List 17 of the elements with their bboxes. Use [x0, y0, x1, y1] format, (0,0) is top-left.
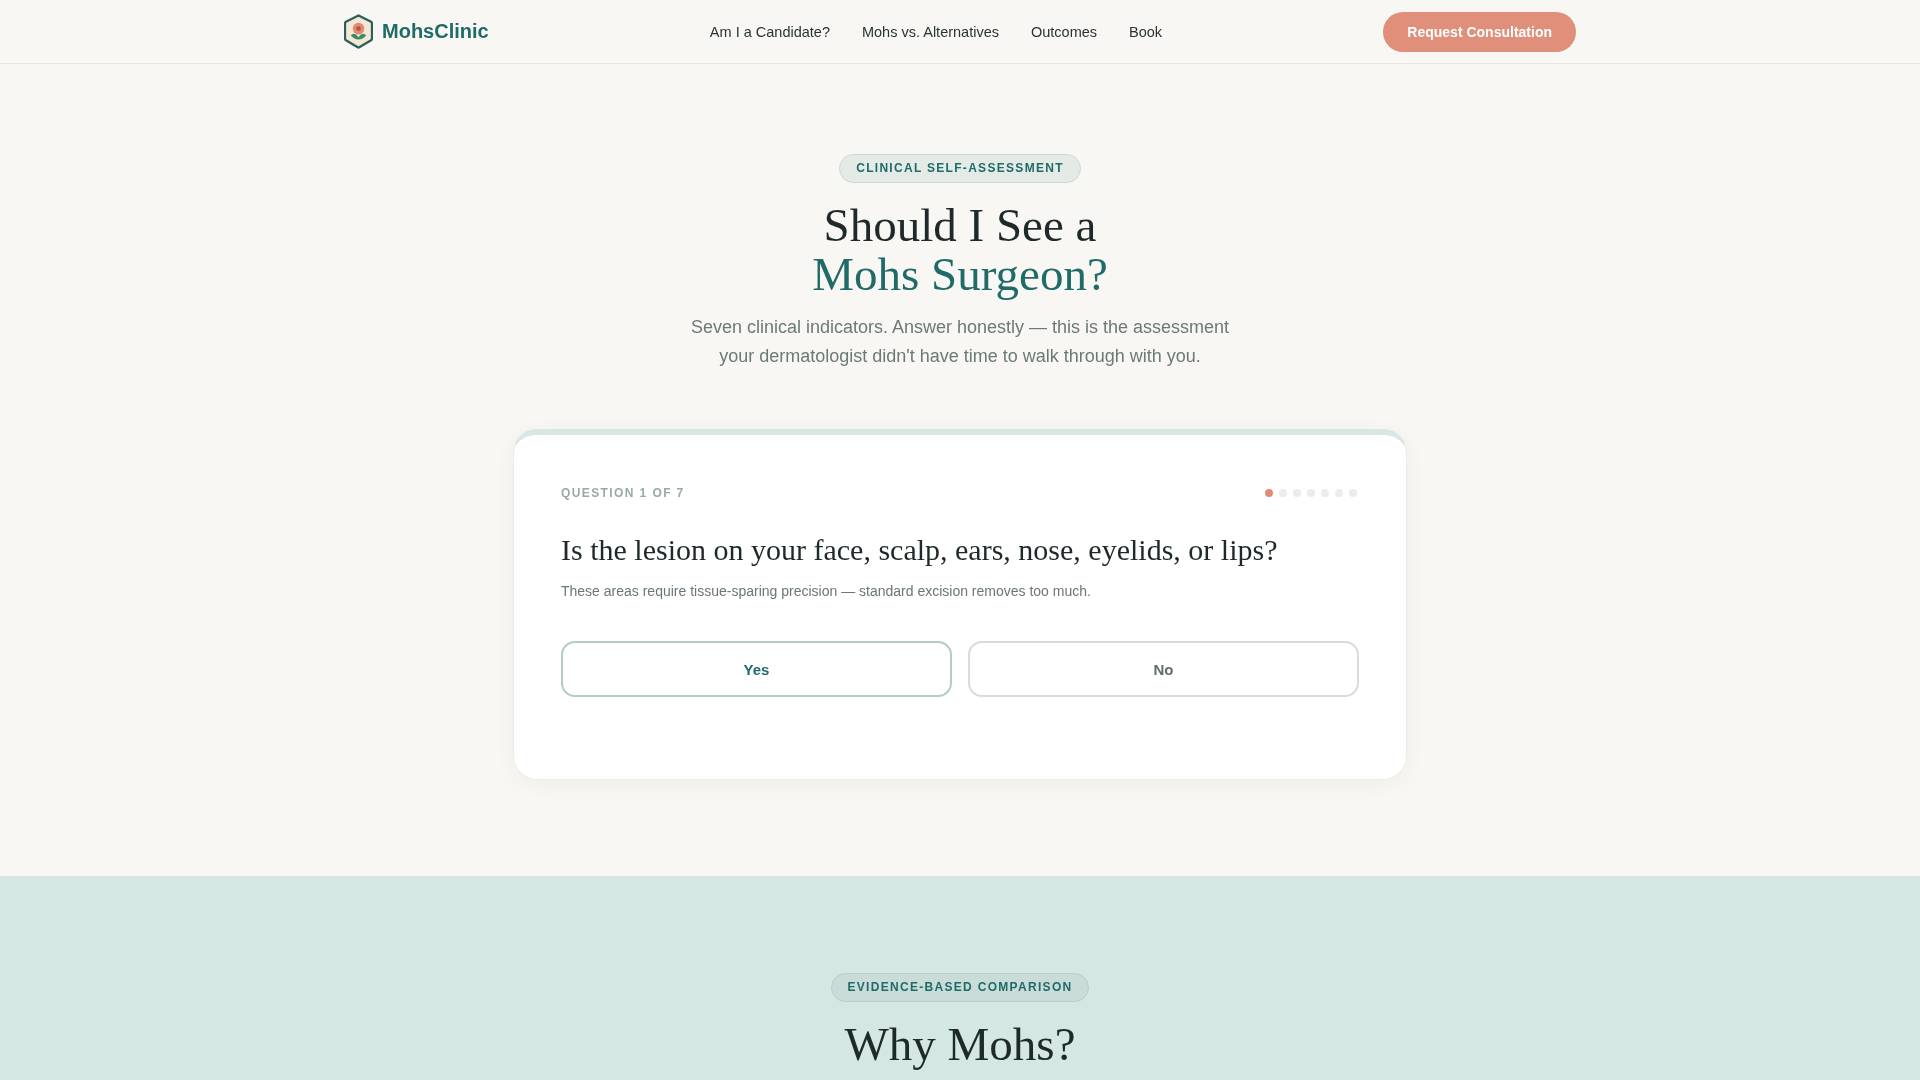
hero-title: Should I See a: [823, 201, 1097, 250]
hero-title-accent: Mohs Surgeon?: [812, 250, 1108, 299]
shield-logo-icon: [344, 14, 373, 49]
hero-subtitle: Seven clinical indicators. Answer honestly — this is the assessment your dermatologist didn't have time to walk through with you.: [689, 316, 1231, 368]
nav-link[interactable]: Outcomes: [1030, 23, 1098, 40]
comparison-title: Why Mohs?: [844, 1020, 1076, 1069]
question-text: Is the lesion on your face, scalp, ears, nose, eyelids, or lips?: [561, 532, 1279, 568]
nav-link[interactable]: Book: [1129, 23, 1163, 40]
question-hint: These areas require tissue-sparing precision — standard excision removes too much.: [561, 582, 1092, 601]
question-counter: QUESTION 1 OF 7: [561, 485, 685, 501]
answer-option-button[interactable]: Yes: [561, 641, 952, 697]
answer-option-button[interactable]: No: [968, 641, 1359, 697]
nav-link[interactable]: Am I a Candidate?: [709, 23, 830, 40]
brand-logo-link[interactable]: MohsClinic: [344, 14, 489, 49]
section-badge: EVIDENCE-BASED COMPARISON: [830, 973, 1090, 1002]
section-badge: CLINICAL SELF-ASSESSMENT: [839, 154, 1081, 183]
nav-link[interactable]: Mohs vs. Alternatives: [861, 23, 999, 40]
